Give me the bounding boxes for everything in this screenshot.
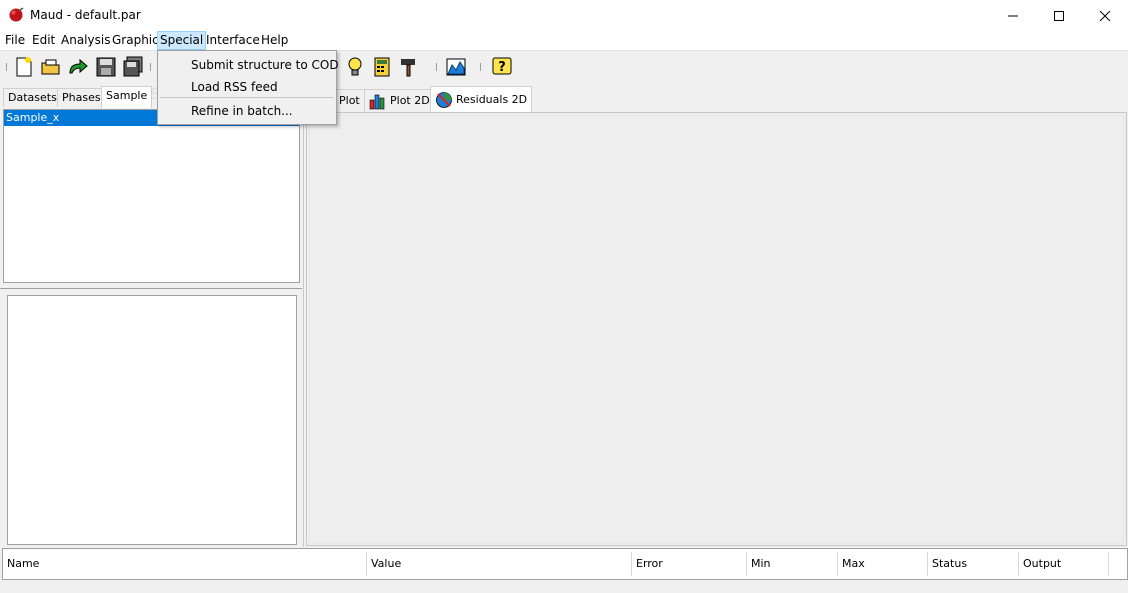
- menu-help[interactable]: Help: [259, 32, 290, 49]
- chart-icon[interactable]: [445, 56, 467, 78]
- minimize-button[interactable]: [990, 0, 1036, 31]
- minimize-icon: [1008, 15, 1018, 16]
- parameter-table-header: Name Value Error Min Max Status Output: [3, 552, 1109, 576]
- lightbulb-icon[interactable]: [344, 56, 366, 78]
- maud-app-icon: [9, 7, 24, 22]
- redo-arrow-icon[interactable]: [67, 56, 89, 78]
- menu-analysis[interactable]: Analysis: [59, 32, 112, 49]
- bar-chart-icon: [369, 94, 385, 110]
- plot-canvas: [309, 115, 1124, 543]
- tab-phases[interactable]: Phases: [57, 88, 106, 107]
- open-folder-icon[interactable]: [40, 56, 62, 78]
- menu-item-submit-cod[interactable]: Submit structure to COD: [191, 58, 339, 72]
- menu-bar: File Edit Analysis Graphic Special Inter…: [0, 31, 1128, 51]
- horizontal-splitter[interactable]: [0, 288, 302, 291]
- new-file-icon[interactable]: [13, 56, 35, 78]
- toolbar-separator: [436, 63, 437, 71]
- plot-area[interactable]: [306, 112, 1127, 546]
- menu-item-refine-batch[interactable]: Refine in batch...: [191, 104, 293, 118]
- sample-list[interactable]: Sample_x: [3, 109, 300, 283]
- column-header-max[interactable]: Max: [838, 552, 928, 576]
- tab-plot-2d[interactable]: Plot 2D: [364, 89, 435, 112]
- close-icon: [1099, 10, 1111, 21]
- maximize-icon: [1054, 10, 1064, 21]
- menu-graphic[interactable]: Graphic: [110, 32, 161, 49]
- column-header-output[interactable]: Output: [1019, 552, 1109, 576]
- column-header-status[interactable]: Status: [928, 552, 1019, 576]
- residuals-pie-icon: [436, 92, 452, 108]
- toolbar-separator: [150, 63, 151, 71]
- save-disk-icon[interactable]: [95, 56, 117, 78]
- sample-details-panel: [7, 295, 297, 545]
- tab-residuals-2d[interactable]: Residuals 2D: [430, 86, 533, 113]
- menu-edit[interactable]: Edit: [30, 32, 57, 49]
- tab-plot-label: Plot: [339, 94, 360, 107]
- tab-plot-2d-label: Plot 2D: [390, 94, 430, 107]
- maximize-button[interactable]: [1036, 0, 1082, 31]
- column-header-value[interactable]: Value: [367, 552, 632, 576]
- menu-item-load-rss[interactable]: Load RSS feed: [191, 80, 278, 94]
- tab-plot[interactable]: Plot: [334, 89, 365, 112]
- column-header-error[interactable]: Error: [632, 552, 747, 576]
- column-header-min[interactable]: Min: [747, 552, 838, 576]
- status-strip: [0, 580, 1128, 593]
- help-icon[interactable]: ?: [491, 56, 513, 78]
- save-all-icon[interactable]: [122, 56, 144, 78]
- title-bar: Maud - default.par: [0, 0, 1128, 31]
- parameter-table: Name Value Error Min Max Status Output: [2, 548, 1128, 580]
- svg-text:?: ?: [498, 60, 506, 75]
- tab-datasets[interactable]: Datasets: [3, 88, 62, 107]
- special-dropdown-menu: Submit structure to COD Load RSS feed Re…: [157, 50, 339, 125]
- menu-interface[interactable]: Interface: [204, 32, 262, 49]
- menu-file[interactable]: File: [3, 32, 27, 49]
- window-title: Maud - default.par: [30, 8, 141, 22]
- tab-sample[interactable]: Sample: [101, 86, 153, 108]
- column-header-name[interactable]: Name: [3, 552, 367, 576]
- hammer-icon[interactable]: [398, 56, 420, 78]
- tab-residuals-2d-label: Residuals 2D: [456, 93, 528, 106]
- toolbar-separator: [6, 63, 7, 71]
- close-button[interactable]: [1082, 0, 1128, 31]
- calculator-icon[interactable]: [371, 56, 393, 78]
- menu-special[interactable]: Special: [157, 31, 207, 50]
- vertical-splitter[interactable]: [303, 82, 304, 547]
- toolbar-separator: [480, 63, 481, 71]
- menu-separator: [160, 97, 334, 98]
